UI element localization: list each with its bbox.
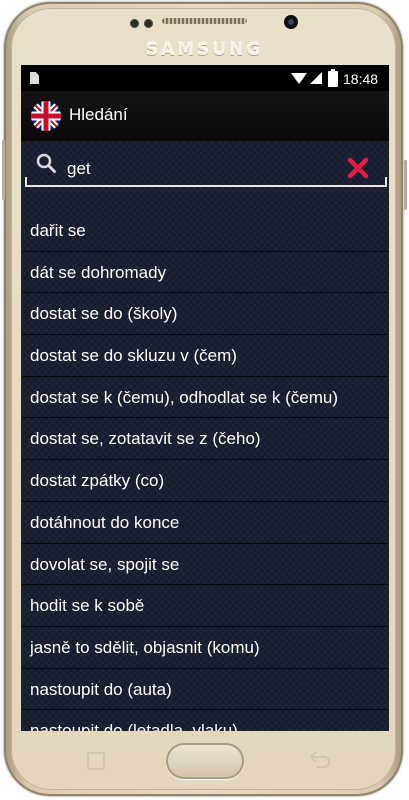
list-item[interactable]: dostat se do (školy): [22, 293, 388, 336]
sensor-dot: [144, 19, 153, 28]
list-item[interactable]: dostat zpátky (co): [22, 460, 388, 502]
list-item[interactable]: nastoupit do (letadla, vlaku): [22, 710, 388, 731]
list-item[interactable]: dát se dohromady: [22, 252, 388, 294]
list-item[interactable]: dovolat se, spojit se: [22, 544, 388, 586]
search-input[interactable]: get: [67, 159, 91, 179]
clear-x-icon[interactable]: [347, 157, 369, 179]
screen: 18:48 Hledání get dařit se dát se dohroma…: [21, 65, 389, 731]
list-item[interactable]: hodit se k sobě: [22, 585, 388, 627]
list-item[interactable]: dostat se, zotatavit se z (čeho): [22, 418, 388, 461]
front-camera-icon: [284, 15, 298, 29]
sim-card-icon: [30, 72, 39, 84]
results-list: dařit se dát se dohromady dostat se do (šk…: [21, 210, 389, 731]
list-item[interactable]: nastoupit do (auta): [22, 669, 388, 711]
list-item[interactable]: dostat se k (čemu), odhodlat se k (čemu): [22, 377, 388, 419]
search-bar[interactable]: get: [25, 143, 387, 187]
uk-flag-icon[interactable]: [31, 101, 61, 131]
brand-logo: SAMSUNG: [145, 40, 264, 60]
list-item[interactable]: jasně to sdělit, objasnit (komu): [22, 627, 388, 669]
earpiece-speaker: [162, 18, 247, 24]
battery-icon: [328, 69, 338, 87]
recents-icon[interactable]: [87, 752, 105, 770]
list-item[interactable]: dotáhnout do konce: [22, 502, 388, 544]
volume-button: [2, 140, 5, 200]
sensor-dot: [130, 19, 139, 28]
wifi-icon: [291, 73, 307, 84]
status-bar: 18:48: [21, 65, 389, 91]
home-button[interactable]: [166, 743, 244, 779]
page-title: Hledání: [69, 105, 128, 124]
power-button: [404, 160, 407, 210]
list-item[interactable]: dařit se: [22, 210, 388, 252]
status-time: 18:48: [343, 71, 379, 87]
list-item[interactable]: dostat se do skluzu v (čem): [22, 335, 388, 377]
back-icon[interactable]: [309, 750, 331, 768]
signal-icon: [310, 72, 322, 84]
app-bar: Hledání: [21, 91, 389, 142]
magnifier-icon: [36, 153, 56, 173]
